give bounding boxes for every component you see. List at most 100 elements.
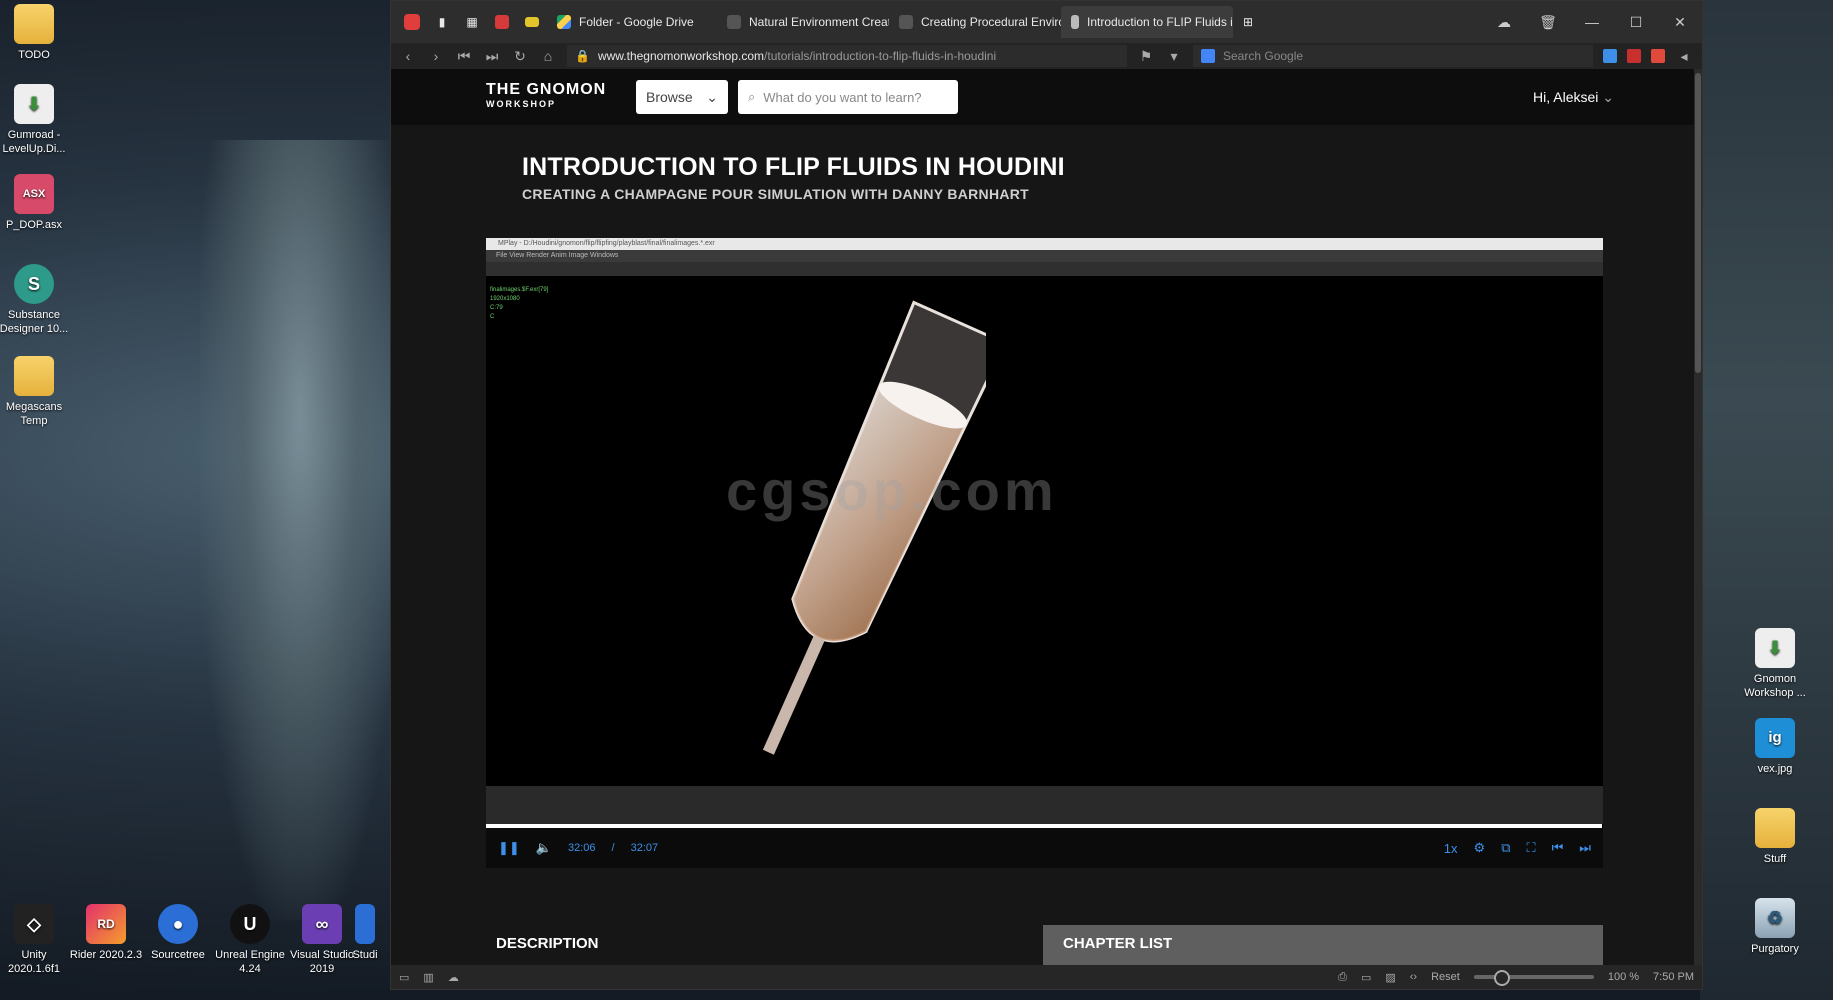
cloud-icon[interactable]: ☁ (1482, 14, 1526, 31)
extension-blue-icon[interactable] (1603, 49, 1617, 63)
browser-status-bar: ▭ ▥ ☁ ⎙ ▭ ▨ ‹› Reset 100 % 7:50 PM (391, 965, 1702, 989)
desktop-icon-gumroad[interactable]: ⬇ Gumroad - LevelUp.Di... (0, 84, 74, 156)
tiling-icon[interactable]: ▥ (423, 971, 433, 984)
mplay-menu: File View Render Anim Image Windows (486, 250, 1603, 262)
window-controls: ☁ 🗑 — ☐ ✕ (1482, 14, 1702, 31)
video-player[interactable]: MPlay - D:/Houdini/gnomon/flip/flipfing/… (486, 238, 1603, 868)
url-field[interactable]: 🔒 www.thegnomonworkshop.com/tutorials/in… (567, 45, 1127, 67)
desktop-icon-unreal[interactable]: U Unreal Engine 4.24 (210, 904, 290, 976)
browser-window: ▮ ▦ Folder - Google Drive Natural Enviro… (390, 0, 1703, 990)
search-google-input[interactable]: Search Google (1193, 45, 1593, 67)
dropdown-icon[interactable]: ▾ (1165, 48, 1183, 65)
folder-icon (1755, 808, 1795, 848)
champagne-glass-image (762, 300, 986, 755)
picture-in-picture-icon[interactable]: ⧉ (1501, 840, 1510, 856)
tab-chapter-list[interactable]: CHAPTER LIST (1043, 925, 1603, 965)
forward-icon[interactable]: › (427, 48, 445, 64)
desktop-icon-stuff[interactable]: Stuff (1735, 808, 1815, 866)
trash-icon[interactable]: 🗑 (1526, 14, 1570, 31)
mplay-timeline (486, 786, 1603, 824)
tab-flip-fluids[interactable]: Introduction to FLIP Fluids i (1061, 6, 1233, 38)
panel-icon[interactable]: ▦ (457, 6, 487, 38)
desktop-icon-vex[interactable]: ig vex.jpg (1735, 718, 1815, 776)
rewind-icon[interactable]: ⏮ (455, 48, 473, 65)
tab-google-drive[interactable]: Folder - Google Drive (547, 6, 717, 38)
site-search-input[interactable]: ⌕ What do you want to learn? (738, 80, 958, 114)
recycle-bin-icon: ♻ (1755, 898, 1795, 938)
fast-forward-icon[interactable]: ⏭ (483, 48, 501, 65)
asx-file-icon: ASX (14, 174, 54, 214)
tab-description[interactable]: DESCRIPTION (496, 935, 599, 952)
tab-natural-environment[interactable]: Natural Environment Creati (717, 6, 889, 38)
sourcetree-icon: ● (158, 904, 198, 944)
browse-button[interactable]: Browse ⌄ (636, 80, 728, 114)
rider-icon: RD (86, 904, 126, 944)
bookmark-panel-icon[interactable]: ▮ (427, 6, 457, 38)
close-icon[interactable]: ✕ (1658, 14, 1702, 31)
vivaldi-menu-icon[interactable] (397, 6, 427, 38)
desktop-icon-todo[interactable]: TODO (0, 4, 74, 62)
fullscreen-icon[interactable]: ⛶ (1526, 840, 1535, 856)
code-icon[interactable]: ‹› (1410, 971, 1417, 983)
clock: 7:50 PM (1653, 971, 1694, 983)
time-separator: / (611, 842, 615, 854)
panel-toggle-icon[interactable]: ▭ (399, 971, 409, 984)
volume-icon[interactable]: 🔈 (536, 840, 552, 856)
gnomon-icon (727, 15, 741, 29)
bookmark-icon[interactable]: ⚑ (1137, 48, 1155, 65)
extension-pdf-icon[interactable] (1651, 49, 1665, 63)
desktop-icon-unity[interactable]: ◇ Unity 2020.1.6f1 (0, 904, 74, 976)
desktop-icon-megascans[interactable]: Megascans Temp (0, 356, 74, 428)
next-chapter-icon[interactable]: ⏭ (1579, 840, 1591, 856)
chevron-down-icon: ⌄ (1602, 88, 1614, 105)
search-icon: ⌕ (748, 89, 756, 104)
desktop-icon-gnomon-torrent[interactable]: ⬇ Gnomon Workshop ... (1735, 628, 1815, 700)
desktop-icon-studio[interactable]: Studi (340, 904, 390, 962)
extension-red-icon[interactable] (1627, 49, 1641, 63)
playback-speed-button[interactable]: 1x (1444, 841, 1458, 856)
folder-icon (14, 4, 54, 44)
gear-icon[interactable]: ⚙ (1474, 840, 1486, 856)
back-icon[interactable]: ‹ (399, 48, 417, 64)
folder-icon (14, 356, 54, 396)
home-icon[interactable]: ⌂ (539, 48, 557, 64)
window-icon[interactable]: ▭ (1361, 971, 1371, 984)
minimize-icon[interactable]: — (1570, 14, 1614, 31)
page-title: INTRODUCTION TO FLIP FLUIDS IN HOUDINI (522, 153, 1065, 181)
page-scrollbar[interactable] (1694, 69, 1702, 965)
gnomon-logo[interactable]: THE GNOMON WORKSHOP (486, 82, 626, 111)
desktop-icon-p-dop[interactable]: ASX P_DOP.asx (0, 174, 74, 232)
wallpaper-robot (200, 140, 400, 920)
capture-icon[interactable]: ⎙ (1338, 971, 1347, 984)
gnomon-icon (899, 15, 913, 29)
mplay-toolbar (486, 262, 1603, 276)
address-bar: ‹ › ⏮ ⏭ ↻ ⌂ 🔒 www.thegnomonworkshop.com /… (391, 43, 1702, 69)
web-page: THE GNOMON WORKSHOP Browse ⌄ ⌕ What do y… (391, 69, 1694, 965)
zoom-slider[interactable] (1473, 970, 1594, 986)
mail-icon[interactable] (487, 6, 517, 38)
desktop-icon-substance[interactable]: S Substance Designer 10... (0, 264, 74, 336)
speaker-icon (1071, 15, 1079, 29)
desktop-icon-purgatory[interactable]: ♻ Purgatory (1735, 898, 1815, 956)
google-drive-icon (557, 15, 571, 29)
new-tab-icon[interactable]: ⊞ (1233, 6, 1263, 38)
zoom-reset-button[interactable]: Reset (1431, 971, 1460, 983)
pause-icon[interactable]: ❚❚ (498, 840, 520, 856)
tab-procedural-environment[interactable]: Creating Procedural Enviro (889, 6, 1061, 38)
previous-chapter-icon[interactable]: ⏮ (1552, 840, 1564, 856)
extension-icon[interactable] (517, 6, 547, 38)
cloud-icon[interactable]: ☁ (448, 971, 459, 984)
user-menu[interactable]: Hi, Aleksei ⌄ (1533, 89, 1614, 106)
current-time: 32:06 (567, 842, 596, 854)
desktop-icon-sourcetree[interactable]: ● Sourcetree (138, 904, 218, 962)
lock-icon: 🔒 (575, 49, 590, 63)
video-controls: ❚❚ 🔈 32:06 / 32:07 1x ⚙ ⧉ ⛶ ⏮ ⏭ (486, 828, 1603, 868)
images-icon[interactable]: ▨ (1385, 971, 1395, 984)
unreal-icon: U (230, 904, 270, 944)
torrent-icon: ⬇ (14, 84, 54, 124)
maximize-icon[interactable]: ☐ (1614, 14, 1658, 31)
desktop-icon-rider[interactable]: RD Rider 2020.2.3 (66, 904, 146, 962)
panel-toggle-icon[interactable]: ◂ (1675, 48, 1693, 65)
chevron-down-icon: ⌄ (706, 88, 718, 105)
reload-icon[interactable]: ↻ (511, 48, 529, 65)
